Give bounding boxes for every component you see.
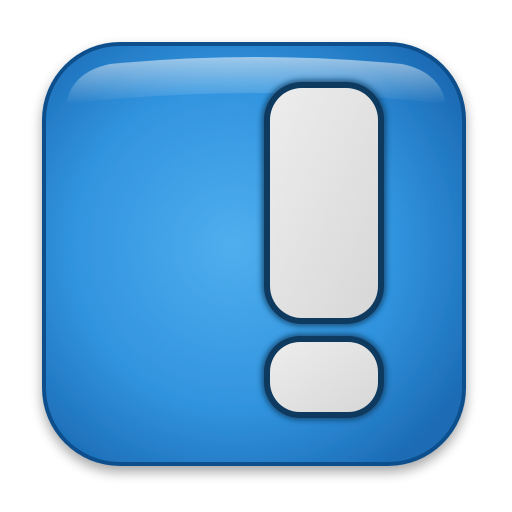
exclamation-dot <box>262 334 386 420</box>
exclamation-app-icon[interactable] <box>0 0 512 512</box>
tile-texture <box>46 46 462 462</box>
exclamation-mark-icon <box>262 80 386 420</box>
exclamation-bar <box>262 80 386 326</box>
app-icon-canvas <box>0 0 512 512</box>
